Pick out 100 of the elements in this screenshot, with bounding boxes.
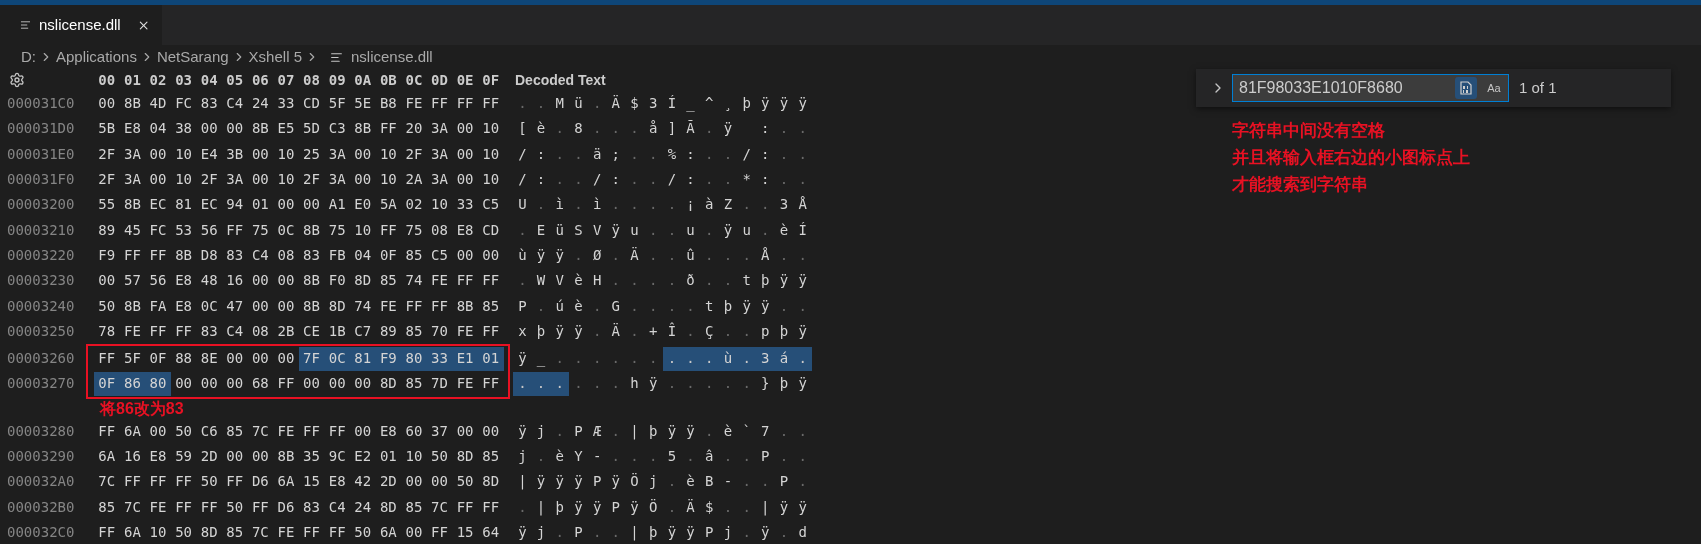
decoded-char[interactable]: þ: [774, 319, 794, 344]
decoded-char[interactable]: P: [569, 520, 588, 544]
byte-cell[interactable]: 00: [145, 419, 171, 444]
byte-cell[interactable]: FF: [145, 469, 171, 494]
byte-cell[interactable]: 56: [196, 218, 222, 243]
byte-cell[interactable]: B8: [375, 91, 402, 116]
byte-cell[interactable]: E4: [196, 142, 222, 167]
byte-cell[interactable]: 20: [401, 116, 427, 141]
byte-cell[interactable]: 33: [452, 192, 478, 217]
byte-cell[interactable]: FF: [324, 419, 350, 444]
byte-cell[interactable]: 00: [401, 520, 427, 544]
byte-cell[interactable]: D6: [273, 495, 299, 520]
byte-cell[interactable]: FF: [94, 419, 120, 444]
byte-cell[interactable]: FF: [477, 371, 504, 396]
decoded-char[interactable]: P: [569, 419, 588, 444]
byte-cell[interactable]: 88: [170, 346, 197, 371]
byte-cell[interactable]: 78: [94, 319, 120, 344]
byte-cell[interactable]: 83: [221, 243, 248, 268]
byte-cell[interactable]: 3A: [221, 167, 248, 192]
decoded-char[interactable]: ÿ: [793, 495, 812, 520]
byte-cell[interactable]: 81: [170, 192, 197, 217]
byte-cell[interactable]: EC: [196, 192, 222, 217]
decoded-char[interactable]: _: [531, 346, 551, 371]
byte-cell[interactable]: 16: [119, 444, 146, 469]
decoded-char[interactable]: :: [606, 167, 626, 192]
decoded-char[interactable]: à: [699, 192, 719, 217]
byte-cell[interactable]: E8: [324, 469, 350, 494]
byte-cell[interactable]: FF: [426, 294, 453, 318]
decoded-char[interactable]: -: [718, 469, 738, 494]
byte-cell[interactable]: E8: [170, 268, 197, 293]
decoded-char[interactable]: P: [513, 294, 532, 318]
byte-cell[interactable]: 5F: [119, 346, 146, 371]
byte-cell[interactable]: FF: [145, 319, 171, 344]
byte-cell[interactable]: 8D: [196, 520, 222, 544]
decoded-char[interactable]: 5: [662, 444, 682, 469]
byte-cell[interactable]: FF: [477, 268, 504, 293]
byte-cell[interactable]: E8: [452, 218, 478, 243]
byte-cell[interactable]: 7F: [298, 346, 325, 371]
byte-cell[interactable]: 00: [145, 142, 171, 167]
decoded-char[interactable]: V: [587, 218, 607, 243]
byte-cell[interactable]: 0F: [375, 243, 402, 268]
byte-cell[interactable]: FF: [196, 495, 222, 520]
byte-cell[interactable]: C3: [324, 116, 350, 141]
decoded-char[interactable]: W: [531, 268, 551, 293]
byte-cell[interactable]: FE: [426, 268, 453, 293]
byte-cell[interactable]: 85: [401, 319, 427, 344]
decoded-char[interactable]: P: [699, 520, 719, 544]
byte-cell[interactable]: FF: [145, 243, 171, 268]
byte-cell[interactable]: FE: [452, 319, 478, 344]
byte-cell[interactable]: 50: [349, 520, 376, 544]
decoded-char[interactable]: ÿ: [531, 469, 551, 494]
decoded-char[interactable]: 3: [755, 346, 775, 371]
byte-cell[interactable]: FF: [170, 319, 197, 344]
decoded-char[interactable]: þ: [643, 520, 663, 544]
byte-cell[interactable]: 3A: [119, 142, 146, 167]
byte-cell[interactable]: 45: [119, 218, 146, 243]
decoded-char[interactable]: Ä: [625, 243, 644, 268]
byte-cell[interactable]: 85: [477, 294, 504, 318]
byte-cell[interactable]: 50: [94, 294, 120, 318]
byte-cell[interactable]: 85: [401, 243, 427, 268]
byte-cell[interactable]: FC: [170, 91, 197, 116]
byte-cell[interactable]: FE: [273, 520, 299, 544]
decoded-char[interactable]: è: [569, 268, 588, 293]
byte-cell[interactable]: FF: [477, 91, 504, 116]
byte-cell[interactable]: FF: [170, 495, 197, 520]
decoded-char[interactable]: ÿ: [681, 419, 700, 444]
settings-icon[interactable]: [9, 72, 25, 88]
byte-cell[interactable]: 25: [298, 142, 325, 167]
byte-cell[interactable]: FF: [119, 243, 146, 268]
byte-cell[interactable]: 2F: [94, 167, 120, 192]
byte-cell[interactable]: 8B: [349, 116, 376, 141]
byte-cell[interactable]: 10: [170, 142, 197, 167]
decoded-char[interactable]: 7: [755, 419, 775, 444]
decoded-char[interactable]: ÿ: [569, 319, 588, 344]
byte-cell[interactable]: 10: [375, 142, 402, 167]
byte-cell[interactable]: 00: [349, 371, 376, 396]
decoded-char[interactable]: ð: [681, 268, 700, 293]
decoded-char[interactable]: `: [737, 419, 756, 444]
byte-cell[interactable]: 00: [273, 294, 299, 318]
byte-cell[interactable]: 00: [298, 371, 325, 396]
byte-cell[interactable]: FB: [324, 243, 350, 268]
byte-cell[interactable]: FF: [273, 371, 299, 396]
byte-cell[interactable]: 85: [401, 495, 427, 520]
byte-cell[interactable]: 01: [247, 192, 274, 217]
decoded-char[interactable]: ù: [718, 346, 738, 371]
byte-cell[interactable]: 00: [221, 116, 248, 141]
byte-cell[interactable]: 50: [170, 419, 197, 444]
byte-cell[interactable]: 8D: [375, 495, 402, 520]
decoded-char[interactable]: ÿ: [550, 319, 570, 344]
decoded-char[interactable]: 8: [569, 116, 588, 141]
byte-cell[interactable]: E2: [349, 444, 376, 469]
byte-cell[interactable]: 00: [349, 167, 376, 192]
byte-cell[interactable]: 10: [375, 167, 402, 192]
decoded-char[interactable]: ÿ: [513, 419, 532, 444]
decoded-char[interactable]: Z: [718, 192, 738, 217]
byte-cell[interactable]: 0C: [196, 294, 222, 318]
byte-cell[interactable]: 2F: [298, 167, 325, 192]
decoded-char[interactable]: d: [793, 520, 812, 544]
decoded-char[interactable]: ì: [587, 192, 607, 217]
decoded-char[interactable]: ü: [550, 218, 570, 243]
